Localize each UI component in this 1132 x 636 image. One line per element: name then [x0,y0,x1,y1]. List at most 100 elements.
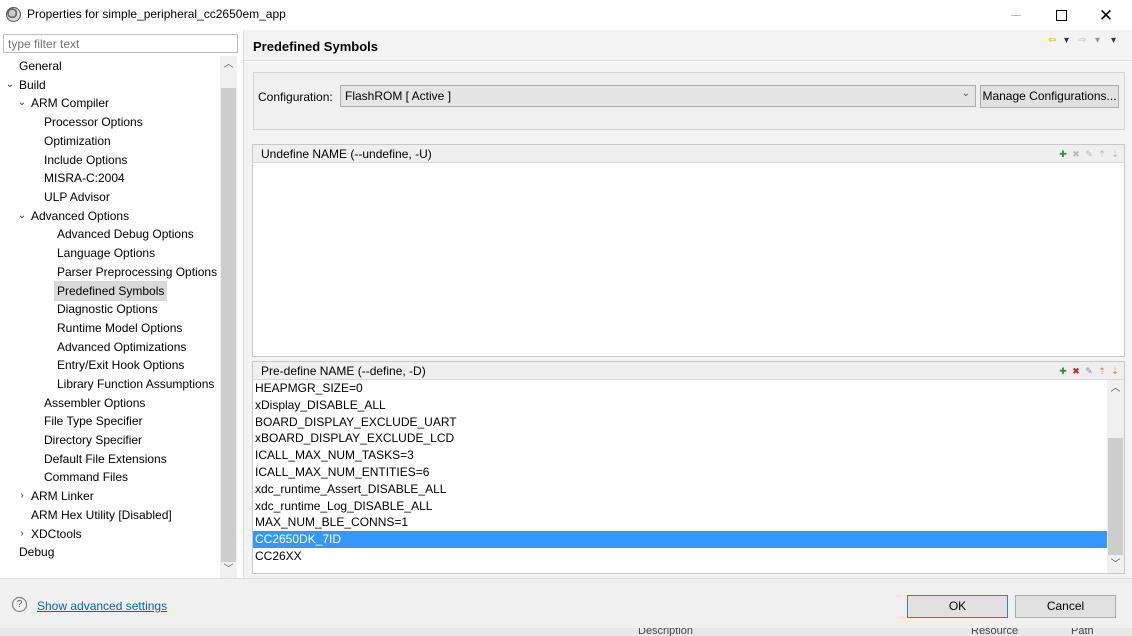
app-gear-icon [6,7,21,22]
tree-item-label: MISRA-C:2004 [44,171,125,186]
edit-icon[interactable]: ✎ [1084,148,1094,159]
scroll-up-arrow-icon[interactable]: ︿ [1107,380,1124,397]
tree-item[interactable]: ⌄ Build [0,76,220,94]
view-menu-icon[interactable]: ▾ [1111,35,1116,46]
list-item[interactable]: BOARD_DISPLAY_EXCLUDE_UART [253,414,1107,431]
chevron-down-icon[interactable]: ⌄ [17,207,27,225]
chevron-down-icon[interactable]: ⌄ [17,94,27,112]
scroll-up-arrow-icon[interactable]: ︿ [220,56,237,73]
filter-input[interactable] [3,34,238,53]
edit-icon[interactable]: ✎ [1084,365,1094,376]
back-menu-icon[interactable]: ▾ [1064,35,1069,46]
tree-item-label: Library Function Assumptions [57,376,215,391]
undefine-panel: Undefine NAME (--undefine, -U) ✚ ✖ ✎ ⇡ ⇣ [252,144,1125,357]
scroll-down-arrow-icon[interactable]: ﹀ [220,561,237,578]
forward-arrow-icon[interactable]: ⇨ [1078,35,1086,46]
move-down-icon[interactable]: ⇣ [1110,365,1120,376]
tree-item[interactable]: Predefined Symbols [0,281,220,302]
list-item[interactable]: xBOARD_DISPLAY_EXCLUDE_LCD [253,430,1107,447]
list-item[interactable]: HEAPMGR_SIZE=0 [253,380,1107,397]
predefine-scrollbar[interactable]: ︿ ﹀ [1107,380,1124,573]
tree-item[interactable]: File Type Specifier [0,412,220,430]
tree-item[interactable]: ULP Advisor [0,188,220,206]
tree-item[interactable]: Entry/Exit Hook Options [0,356,220,374]
question-icon[interactable]: ? [12,597,27,612]
maximize-button[interactable] [1038,0,1084,30]
move-up-icon[interactable]: ⇡ [1097,365,1107,376]
cancel-button[interactable]: Cancel [1015,595,1116,618]
tree-item[interactable]: Command Files [0,468,220,486]
background-window-strip: Description Resource Path [0,628,1132,636]
window-title: Properties for simple_peripheral_cc2650e… [27,7,286,21]
tree-scroll-thumb[interactable] [221,88,236,562]
tree-item-label: Advanced Optimizations [57,339,187,354]
minimize-button[interactable] [993,0,1039,30]
close-button[interactable]: ✕ [1083,0,1129,30]
ok-button[interactable]: OK [907,595,1008,618]
show-advanced-settings-link[interactable]: Show advanced settings [37,599,167,613]
tree-item[interactable]: Language Options [0,244,220,262]
move-down-icon[interactable]: ⇣ [1110,148,1120,159]
tree-item[interactable]: Parser Preprocessing Options [0,263,220,281]
chevron-right-icon[interactable]: › [17,487,27,505]
predefine-scroll-thumb[interactable] [1108,438,1123,555]
scroll-down-arrow-icon[interactable]: ﹀ [1107,556,1124,573]
page-header: Predefined Symbols ⇦ ▾ ⇨ ▾ ▾ [244,30,1132,61]
forward-menu-icon[interactable]: ▾ [1095,35,1100,46]
list-item[interactable]: CC26XX [253,548,1107,565]
undefine-toolbar: ✚ ✖ ✎ ⇡ ⇣ [1058,148,1120,159]
list-item[interactable]: MAX_NUM_BLE_CONNS=1 [253,514,1107,531]
tree-item[interactable]: Default File Extensions [0,450,220,468]
predefine-toolbar: ✚ ✖ ✎ ⇡ ⇣ [1058,365,1120,376]
list-item[interactable]: xdc_runtime_Assert_DISABLE_ALL [253,481,1107,498]
tree-item-label: Build [19,77,46,92]
tree-item[interactable]: Library Function Assumptions [0,375,220,393]
list-item[interactable]: ICALL_MAX_NUM_TASKS=3 [253,447,1107,464]
list-item[interactable]: ICALL_MAX_NUM_ENTITIES=6 [253,464,1107,481]
tree-item[interactable]: ⌄ Advanced Options [0,207,220,225]
tree-item-label: Debug [19,545,55,560]
page-title: Predefined Symbols [253,39,378,54]
chevron-down-icon[interactable]: ⌄ [5,76,15,94]
configuration-value: FlashROM [ Active ] [345,89,452,103]
path-column-header: Path [1071,628,1094,636]
tree-item[interactable]: Include Options [0,151,220,169]
add-icon[interactable]: ✚ [1058,148,1068,159]
add-icon[interactable]: ✚ [1058,365,1068,376]
tree-item[interactable]: Diagnostic Options [0,300,220,318]
tree-item[interactable]: Advanced Debug Options [0,225,220,243]
list-item[interactable]: xDisplay_DISABLE_ALL [253,397,1107,414]
list-item[interactable]: xdc_runtime_Log_DISABLE_ALL [253,498,1107,515]
tree-item[interactable]: Processor Options [0,113,220,131]
delete-icon[interactable]: ✖ [1071,148,1081,159]
tree-item[interactable]: Runtime Model Options [0,319,220,337]
tree-item[interactable]: General [0,57,220,75]
tree-item[interactable]: MISRA-C:2004 [0,169,220,187]
manage-configurations-button[interactable]: Manage Configurations... [980,85,1119,108]
tree-item[interactable]: › XDCtools [0,525,220,543]
tree-scrollbar[interactable]: ︿ ﹀ [220,56,237,578]
close-icon: ✕ [1098,5,1114,25]
configuration-select[interactable]: FlashROM [ Active ] ⌄ [340,85,976,107]
tree-item[interactable]: › ARM Linker [0,487,220,505]
tree-item[interactable]: Optimization [0,132,220,150]
tree-item[interactable]: Directory Specifier [0,431,220,449]
tree-item-label: Include Options [44,152,128,167]
predefine-list[interactable]: HEAPMGR_SIZE=0 xDisplay_DISABLE_ALL BOARD_… [253,380,1107,573]
tree-item[interactable]: ⌄ ARM Compiler [0,94,220,112]
property-tree: General ⌄ Build ⌄ ARM Compiler Processor Opti… [0,56,220,578]
tree-item-label: Advanced Debug Options [57,227,194,242]
back-arrow-icon[interactable]: ⇦ [1048,35,1056,46]
chevron-right-icon[interactable]: › [17,525,27,543]
tree-item[interactable]: ARM Hex Utility [Disabled] [0,506,220,524]
tree-item-label: Predefined Symbols [54,281,168,302]
tree-item[interactable]: Debug [0,543,220,561]
move-up-icon[interactable]: ⇡ [1097,148,1107,159]
delete-icon[interactable]: ✖ [1071,365,1081,376]
list-item[interactable]: CC2650DK_7ID [253,531,1107,548]
tree-item[interactable]: Advanced Optimizations [0,338,220,356]
tree-item-label: Advanced Options [31,208,130,223]
tree-item[interactable]: Assembler Options [0,394,220,412]
maximize-icon [1055,9,1067,21]
tree-item-label: Diagnostic Options [57,302,158,317]
